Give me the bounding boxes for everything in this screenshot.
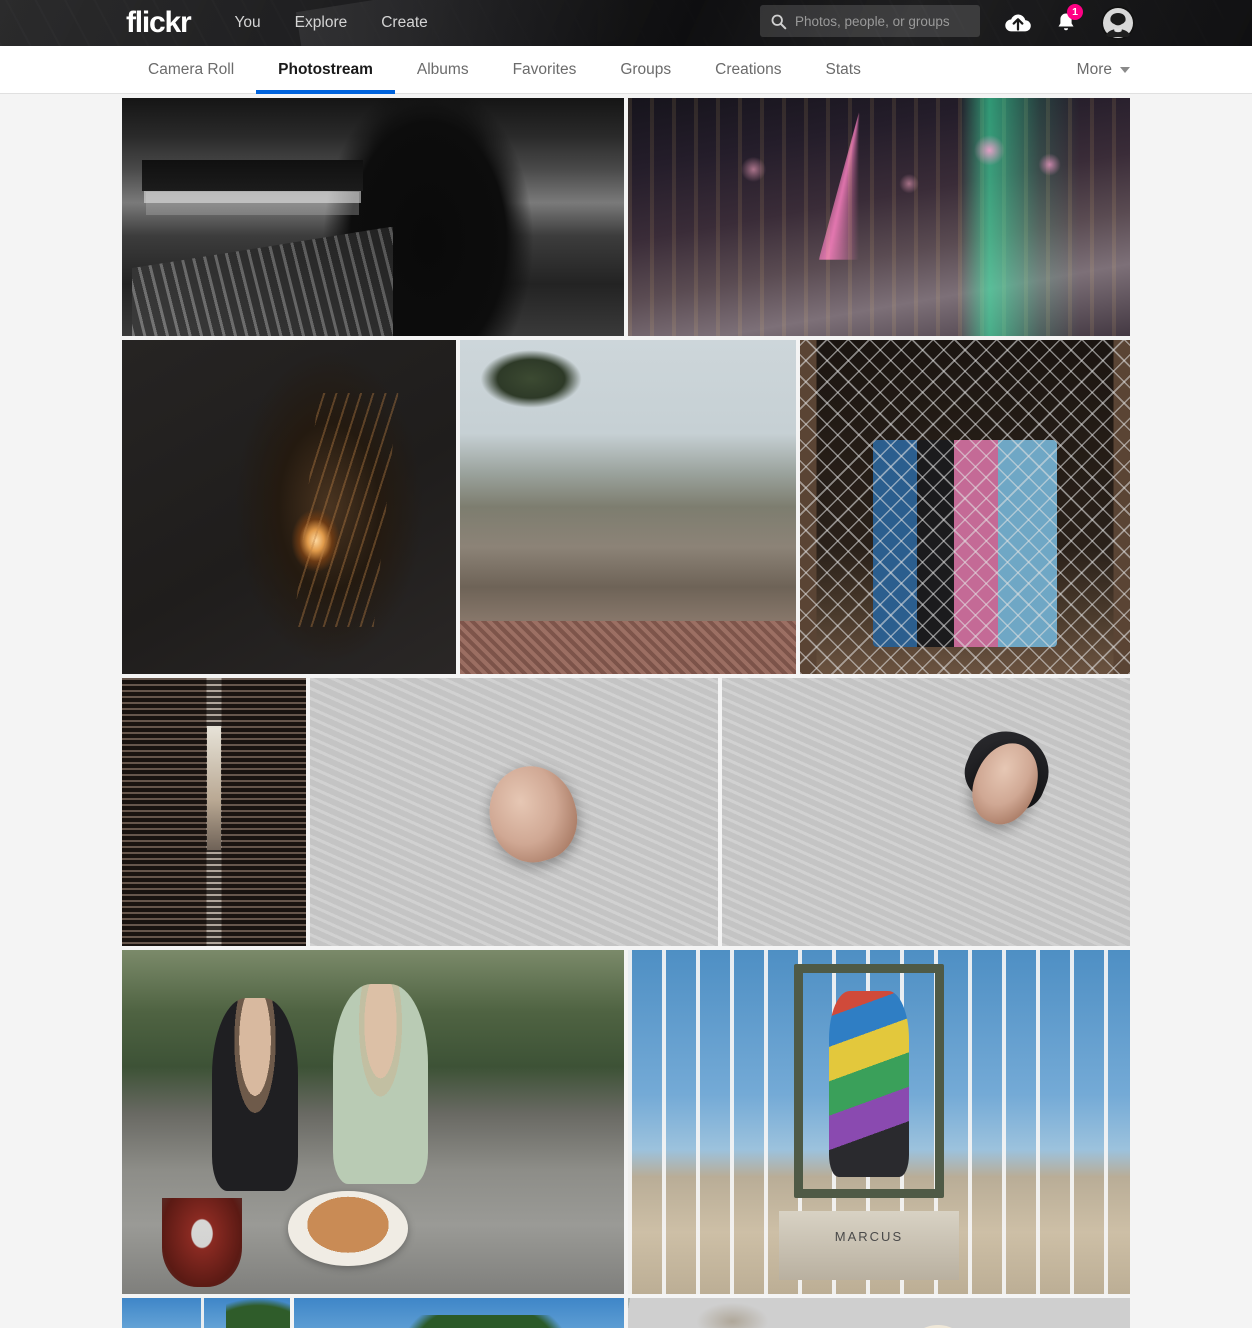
profile-tabs: Camera Roll Photostream Albums Favorites… [0, 46, 1252, 94]
photo-tile[interactable] [122, 678, 306, 946]
photo-tile[interactable] [310, 678, 718, 946]
plinth-text: MARCUS [834, 1229, 904, 1245]
tab-camera-roll[interactable]: Camera Roll [126, 46, 256, 93]
more-menu-button[interactable]: More [1073, 46, 1134, 93]
photo-row: BLACK SHEEP [122, 1298, 1130, 1328]
photo-tile[interactable] [800, 340, 1130, 674]
chevron-down-icon [1120, 66, 1130, 73]
photo-row [122, 678, 1130, 946]
photo-tile[interactable] [122, 340, 456, 674]
glass-shape [162, 1197, 243, 1288]
nav-you[interactable]: You [235, 15, 261, 31]
more-menu-label: More [1076, 60, 1112, 78]
photo-image [122, 98, 624, 336]
child-face [477, 756, 587, 873]
photo-tile[interactable]: MARCUS [628, 950, 1130, 1294]
photo-tile[interactable] [122, 98, 624, 336]
photo-image [310, 678, 718, 946]
photo-row: MARCUS [122, 950, 1130, 1294]
photo-row [122, 340, 1130, 674]
site-header: flickr You Explore Create Photos, people… [0, 0, 1252, 46]
plate-shape [287, 1190, 409, 1267]
photo-image [722, 678, 1130, 946]
photo-image: BLACK SHEEP [628, 1298, 1130, 1328]
nav-explore[interactable]: Explore [295, 15, 348, 31]
photo-tile[interactable] [722, 678, 1130, 946]
photo-tile[interactable]: BLACK SHEEP [628, 1298, 1130, 1328]
photo-image [294, 1298, 624, 1328]
photo-image [122, 678, 306, 946]
tab-groups[interactable]: Groups [598, 46, 693, 93]
photo-tile[interactable] [460, 340, 796, 674]
photo-tile[interactable] [294, 1298, 624, 1328]
tab-stats[interactable]: Stats [804, 46, 883, 93]
photo-image [122, 1298, 290, 1328]
tab-creations[interactable]: Creations [693, 46, 803, 93]
photostream-grid: MARCUS BLACK SHEEP [122, 94, 1130, 1328]
photo-image [460, 340, 796, 674]
photo-tile[interactable] [628, 98, 1130, 336]
photo-tile[interactable] [122, 1298, 290, 1328]
photo-image [122, 950, 624, 1294]
photo-tile[interactable] [122, 950, 624, 1294]
tab-photostream[interactable]: Photostream [256, 46, 395, 94]
primary-nav: You Explore Create [235, 15, 428, 31]
tab-favorites[interactable]: Favorites [491, 46, 599, 93]
plinth-shape: MARCUS [778, 1211, 960, 1281]
photo-image [800, 340, 1130, 674]
photo-row [122, 98, 1130, 336]
photo-image: MARCUS [628, 950, 1130, 1294]
flickr-photostream-page: flickr You Explore Create Photos, people… [0, 0, 1252, 1328]
photo-image [628, 98, 1130, 336]
flickr-logo[interactable]: flickr [126, 8, 192, 38]
statue-shape [828, 991, 910, 1178]
tab-albums[interactable]: Albums [395, 46, 491, 93]
nav-create[interactable]: Create [381, 15, 428, 31]
photo-image [122, 340, 456, 674]
